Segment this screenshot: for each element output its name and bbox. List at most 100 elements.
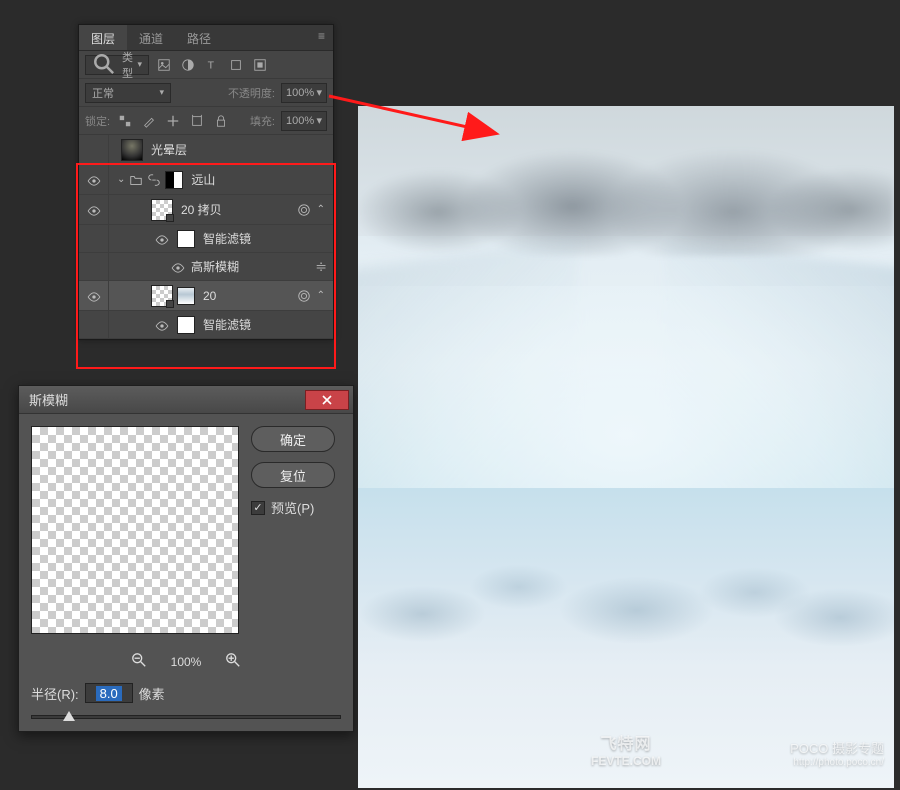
layer-name: 光晕层 xyxy=(151,141,187,158)
svg-text:T: T xyxy=(208,59,215,71)
lock-transparency-icon[interactable] xyxy=(116,112,134,130)
filter-type-label: 类型 xyxy=(122,49,133,81)
layer-row-far-mountain-group[interactable]: ⌄ 远山 xyxy=(79,165,333,195)
lock-row: 锁定: 填充: 100% ▾ xyxy=(79,107,333,135)
filter-mask-thumbnail[interactable] xyxy=(177,316,195,334)
close-button[interactable] xyxy=(305,390,349,410)
eye-icon[interactable] xyxy=(155,234,169,244)
blend-mode-dropdown[interactable]: 正常 ▾ xyxy=(85,83,171,103)
eye-icon xyxy=(87,291,101,301)
filter-smart-icon[interactable] xyxy=(251,56,269,74)
chevron-down-icon[interactable]: ⌄ xyxy=(117,174,125,185)
zoom-value: 100% xyxy=(171,655,202,669)
preview-checkbox[interactable]: ✓ xyxy=(251,501,265,515)
far-mountains-layer xyxy=(358,146,894,256)
layer-list: 光晕层 ⌄ 远山 20 拷贝 ⌃ xyxy=(79,135,333,339)
layer-row-gaussian-blur-filter[interactable]: 高斯模糊 ≑ xyxy=(79,253,333,281)
preview-checkbox-row[interactable]: ✓ 预览(P) xyxy=(251,498,341,517)
eye-icon[interactable] xyxy=(155,320,169,330)
filter-shape-icon[interactable] xyxy=(227,56,245,74)
gaussian-blur-dialog: 斯模糊 确定 复位 ✓ 预览(P) 100% 半径(R): 8.0 像素 xyxy=(18,385,354,732)
tab-channels[interactable]: 通道 xyxy=(127,25,175,50)
radius-slider[interactable] xyxy=(31,715,341,719)
eye-icon[interactable] xyxy=(171,262,185,272)
ice-chunks-layer xyxy=(358,488,894,668)
radius-value: 8.0 xyxy=(96,686,122,701)
smart-object-icon xyxy=(297,203,311,217)
layer-name: 远山 xyxy=(191,171,215,188)
layer-filter-row: 类型 ▾ T xyxy=(79,51,333,79)
chevron-up-icon[interactable]: ⌃ xyxy=(317,290,325,301)
dialog-title: 斯模糊 xyxy=(29,390,68,409)
fill-label: 填充: xyxy=(250,113,275,129)
slider-thumb[interactable] xyxy=(63,711,75,721)
visibility-toggle[interactable] xyxy=(79,195,109,224)
radius-unit: 像素 xyxy=(139,684,165,703)
zoom-in-icon[interactable] xyxy=(225,652,241,671)
eye-icon xyxy=(87,175,101,185)
layer-row-smart-filters-2[interactable]: 智能滤镜 xyxy=(79,311,333,339)
lock-position-icon[interactable] xyxy=(164,112,182,130)
visibility-toggle[interactable] xyxy=(79,281,109,310)
radius-input[interactable]: 8.0 xyxy=(85,683,133,703)
dialog-title-bar[interactable]: 斯模糊 xyxy=(19,386,353,414)
lock-pixels-icon[interactable] xyxy=(140,112,158,130)
zoom-out-icon[interactable] xyxy=(131,652,147,671)
opacity-value: 100% xyxy=(286,87,314,99)
lock-label: 锁定: xyxy=(85,113,110,129)
preview-area[interactable] xyxy=(31,426,239,634)
watermark-center: 飞特网 FEVTE.COM xyxy=(591,730,661,768)
layer-name: 智能滤镜 xyxy=(203,316,251,333)
lock-artboard-icon[interactable] xyxy=(188,112,206,130)
ok-button[interactable]: 确定 xyxy=(251,426,335,452)
fill-value: 100% xyxy=(286,115,314,127)
folder-icon xyxy=(127,171,145,189)
chevron-up-icon[interactable]: ⌃ xyxy=(317,204,325,215)
preview-label: 预览(P) xyxy=(271,498,314,517)
link-icon xyxy=(145,171,163,189)
layer-row-halo[interactable]: 光晕层 xyxy=(79,135,333,165)
visibility-toggle[interactable] xyxy=(79,253,109,280)
filter-mask-thumbnail[interactable] xyxy=(177,230,195,248)
lock-all-icon[interactable] xyxy=(212,112,230,130)
layer-thumbnail[interactable] xyxy=(151,199,173,221)
watermark-center-line1: 飞特网 xyxy=(591,730,661,754)
mask-thumbnail[interactable] xyxy=(177,287,195,305)
filter-pixel-icon[interactable] xyxy=(155,56,173,74)
mask-thumbnail[interactable] xyxy=(165,171,183,189)
filter-adjustment-icon[interactable] xyxy=(179,56,197,74)
watermark-right-line2: http://photo.poco.cn/ xyxy=(790,757,884,768)
layer-thumbnail[interactable] xyxy=(151,285,173,307)
watermark-right-line1: POCO 摄影专题 xyxy=(790,738,884,757)
filter-options-icon[interactable]: ≑ xyxy=(315,258,327,275)
fill-input[interactable]: 100% ▾ xyxy=(281,111,327,131)
opacity-label: 不透明度: xyxy=(228,85,275,101)
panel-menu-icon[interactable]: ≡ xyxy=(310,25,333,50)
smart-object-icon xyxy=(297,289,311,303)
visibility-toggle[interactable] xyxy=(79,225,109,252)
opacity-input[interactable]: 100% ▾ xyxy=(281,83,327,103)
layer-name: 高斯模糊 xyxy=(191,258,239,275)
layer-row-20-copy[interactable]: 20 拷贝 ⌃ xyxy=(79,195,333,225)
visibility-toggle[interactable] xyxy=(79,311,109,338)
visibility-toggle[interactable] xyxy=(79,135,109,164)
reset-button[interactable]: 复位 xyxy=(251,462,335,488)
layer-row-20[interactable]: 20 ⌃ xyxy=(79,281,333,311)
layer-thumbnail[interactable] xyxy=(121,139,143,161)
blend-mode-value: 正常 xyxy=(92,85,114,101)
watermark-right: POCO 摄影专题 http://photo.poco.cn/ xyxy=(790,738,884,768)
eye-icon xyxy=(87,205,101,215)
layer-row-smart-filters[interactable]: 智能滤镜 xyxy=(79,225,333,253)
filter-type-dropdown[interactable]: 类型 ▾ xyxy=(85,55,149,75)
filter-type-text-icon[interactable]: T xyxy=(203,56,221,74)
radius-row: 半径(R): 8.0 像素 xyxy=(19,677,353,709)
radius-label: 半径(R): xyxy=(31,684,79,703)
canvas-area[interactable]: 飞特网 FEVTE.COM POCO 摄影专题 http://photo.poc… xyxy=(358,106,894,788)
tab-layers[interactable]: 图层 xyxy=(79,25,127,50)
tab-paths[interactable]: 路径 xyxy=(175,25,223,50)
layer-name: 智能滤镜 xyxy=(203,230,251,247)
layer-name: 20 拷贝 xyxy=(181,201,222,218)
blend-row: 正常 ▾ 不透明度: 100% ▾ xyxy=(79,79,333,107)
panel-tabs: 图层 通道 路径 ≡ xyxy=(79,25,333,51)
visibility-toggle[interactable] xyxy=(79,165,109,194)
